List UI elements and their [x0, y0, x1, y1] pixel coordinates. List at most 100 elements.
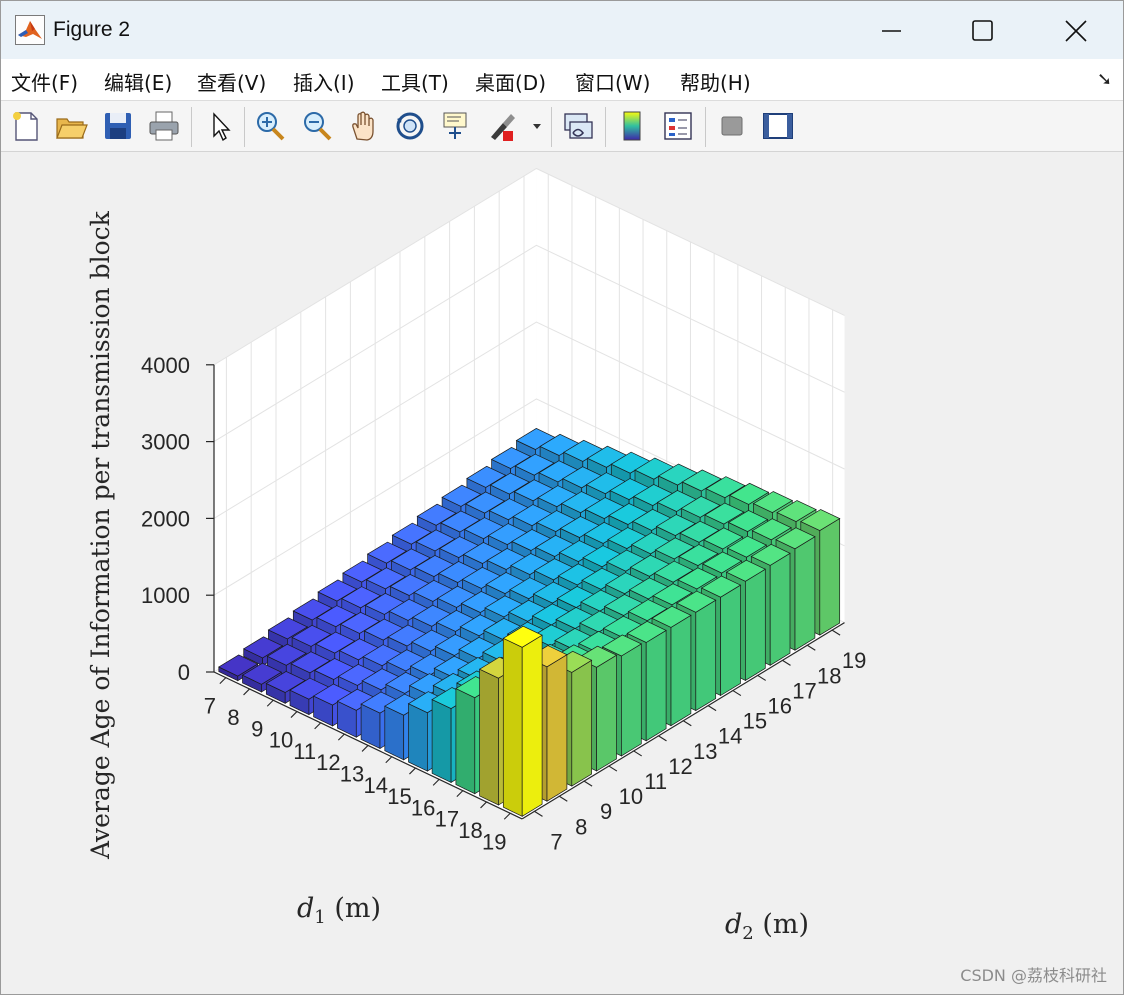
zoom-out-icon[interactable]	[300, 109, 334, 143]
zoom-in-icon[interactable]	[253, 109, 287, 143]
d1-tick-mark	[361, 745, 369, 752]
pan-hand-icon[interactable]	[347, 109, 381, 143]
d1-tick-label: 11	[293, 739, 316, 764]
d2-tick-mark	[633, 750, 642, 757]
d1-tick-label: 19	[482, 829, 506, 854]
d1-axis-title: d1 (m)	[297, 893, 381, 928]
data-cursor-icon[interactable]	[439, 109, 473, 143]
d1-tick-label: 9	[251, 716, 263, 741]
d2-axis-title: d2 (m)	[725, 909, 809, 944]
hide-plot-tools-icon[interactable]	[715, 109, 749, 143]
d1-tick-label: 10	[269, 728, 293, 753]
d1-tick-mark	[409, 767, 416, 775]
d2-tick-mark	[583, 780, 593, 787]
bar-front-face	[384, 705, 405, 761]
d2-tick-label: 18	[817, 663, 841, 688]
bar	[502, 625, 543, 817]
figure-window: Figure 2 文件(F) 编辑(E) 查看(V) 插入(I) 工具(T) 桌…	[0, 0, 1124, 995]
d1-tick-mark	[219, 677, 227, 685]
d2-tick-label: 7	[550, 829, 562, 854]
toolbar-separator	[191, 107, 192, 147]
colorbar-icon[interactable]	[615, 109, 649, 143]
d2-tick-label: 16	[767, 693, 791, 718]
d1-tick-mark	[503, 812, 511, 820]
bar-side-face	[769, 552, 791, 666]
show-plot-tools-icon[interactable]	[761, 109, 795, 143]
menu-view[interactable]: 查看(V)	[197, 67, 266, 96]
legend-icon[interactable]	[661, 109, 695, 143]
d2-tick-mark	[559, 795, 568, 802]
bar-side-face	[621, 643, 642, 757]
d1-tick-mark	[290, 711, 298, 718]
z-tick-label: 1000	[141, 583, 190, 608]
d1-tick-mark	[243, 688, 250, 696]
d1-tick-label: 15	[387, 784, 411, 809]
rotate-3d-icon[interactable]	[393, 109, 427, 143]
pointer-icon[interactable]	[203, 109, 237, 143]
menu-desktop[interactable]: 桌面(D)	[475, 67, 546, 96]
d1-tick-label: 7	[204, 694, 216, 719]
menu-file[interactable]: 文件(F)	[11, 67, 78, 96]
matlab-logo-icon	[15, 15, 45, 45]
d1-tick-mark	[456, 790, 464, 798]
menu-tools[interactable]: 工具(T)	[381, 67, 449, 96]
d2-tick-mark	[658, 735, 667, 742]
bar-front-face	[408, 703, 428, 772]
bar-side-face	[645, 629, 667, 742]
d1-tick-label: 13	[340, 761, 364, 786]
d2-tick-mark	[831, 629, 841, 636]
toolbar-separator	[244, 107, 245, 147]
window-title: Figure 2	[53, 18, 131, 41]
brush-icon[interactable]	[485, 109, 519, 143]
watermark: CSDN @荔枝科研社	[960, 966, 1107, 985]
bar-front-face	[479, 668, 499, 806]
d1-tick-label: 8	[227, 705, 239, 730]
d2-tick-mark	[757, 674, 766, 681]
d1-tick-mark	[314, 722, 322, 730]
z-tick-label: 3000	[141, 430, 190, 455]
bar-side-face	[720, 584, 741, 697]
d1-tick-mark	[385, 756, 393, 764]
d2-tick-mark	[608, 765, 618, 772]
d2-tick-label: 13	[693, 739, 717, 764]
menu-edit[interactable]: 编辑(E)	[104, 67, 172, 96]
d2-tick-mark	[707, 705, 717, 712]
bar-side-face	[546, 654, 568, 802]
close-button[interactable]	[1044, 7, 1108, 53]
d2-tick-mark	[732, 690, 742, 697]
d2-tick-label: 15	[743, 709, 767, 734]
d2-tick-label: 8	[575, 814, 587, 839]
menu-window[interactable]: 窗口(W)	[575, 67, 650, 96]
d2-tick-label: 11	[644, 769, 667, 794]
z-tick-label: 2000	[141, 506, 190, 531]
d2-tick-label: 10	[619, 784, 643, 809]
z-tick-label: 0	[178, 660, 190, 685]
d2-tick-label: 19	[842, 648, 866, 673]
minimize-button[interactable]	[859, 7, 923, 53]
d2-tick-mark	[782, 659, 791, 666]
menu-help[interactable]: 帮助(H)	[680, 67, 751, 96]
menu-insert[interactable]: 插入(I)	[293, 67, 355, 96]
d1-tick-mark	[432, 778, 440, 786]
new-figure-icon[interactable]	[9, 109, 43, 143]
print-icon[interactable]	[147, 109, 181, 143]
dock-figure-icon[interactable]: ➘	[1097, 69, 1112, 90]
toolbar-separator	[551, 107, 552, 147]
open-file-icon[interactable]	[54, 109, 88, 143]
d1-tick-label: 16	[411, 795, 435, 820]
bar-side-face	[794, 536, 816, 651]
d1-tick-label: 14	[364, 773, 388, 798]
save-icon[interactable]	[101, 109, 135, 143]
d1-tick-mark	[337, 733, 345, 741]
toolbar-separator	[705, 107, 706, 147]
brush-dropdown-icon[interactable]	[529, 109, 545, 143]
maximize-button[interactable]	[951, 7, 1015, 53]
d1-tick-label: 18	[458, 818, 482, 843]
bar-side-face	[819, 517, 841, 636]
bar-side-face	[745, 568, 766, 682]
d1-tick-label: 12	[316, 750, 340, 775]
toolbar-separator	[605, 107, 606, 147]
link-plot-icon[interactable]	[561, 109, 595, 143]
d1-tick-mark	[266, 699, 274, 707]
d1-tick-mark	[480, 801, 487, 809]
